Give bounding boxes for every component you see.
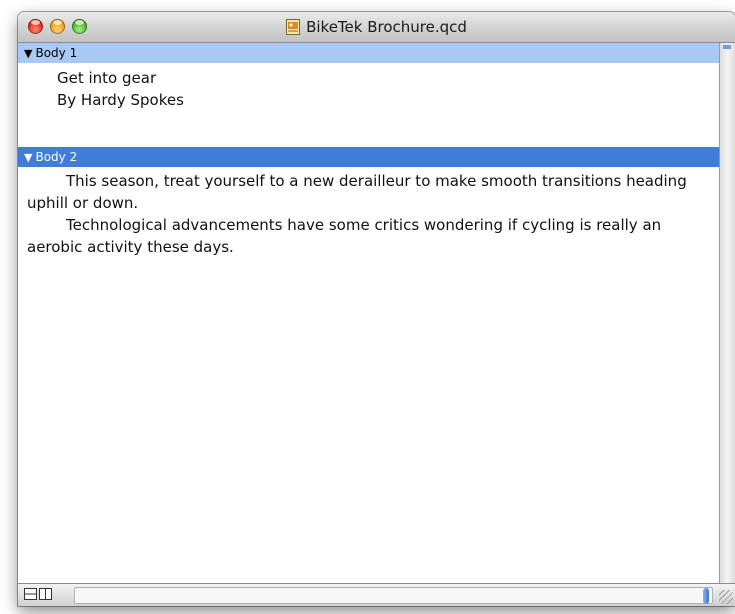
scrollbar-split-handle[interactable]	[723, 45, 731, 49]
vertical-scrollbar[interactable]	[719, 43, 735, 583]
disclosure-triangle-icon[interactable]: ▼	[24, 47, 32, 60]
text-line[interactable]: By Hardy Spokes	[18, 89, 720, 111]
section-header-label: Body 2	[35, 150, 78, 164]
window-title: BikeTek Brochure.qcd	[306, 18, 467, 36]
text-paragraph[interactable]: Technological advancements have some cri…	[18, 214, 720, 258]
section-header-label: Body 1	[35, 46, 78, 60]
document-icon	[286, 19, 301, 35]
resize-grip-icon[interactable]	[719, 590, 733, 604]
title-bar[interactable]: BikeTek Brochure.qcd	[18, 12, 735, 43]
view-toggle[interactable]	[24, 588, 52, 600]
horizontal-scrollbar[interactable]	[74, 587, 713, 604]
status-bar	[18, 583, 735, 606]
section-header-body-2[interactable]: ▼ Body 2	[18, 147, 720, 167]
text-line[interactable]: Get into gear	[18, 67, 720, 89]
section-body-1[interactable]: Get into gear By Hardy Spokes	[18, 63, 720, 147]
text-paragraph[interactable]: This season, treat yourself to a new der…	[18, 170, 720, 214]
disclosure-triangle-icon[interactable]: ▼	[24, 151, 32, 164]
section-header-body-1[interactable]: ▼ Body 1	[18, 43, 720, 63]
split-horizontal-icon[interactable]	[24, 588, 37, 600]
document-window: BikeTek Brochure.qcd ▼ Body 1 Get into g…	[18, 12, 735, 606]
split-vertical-icon[interactable]	[39, 588, 52, 600]
window-title-wrap: BikeTek Brochure.qcd	[18, 12, 735, 42]
scroll-thumb[interactable]	[703, 588, 709, 604]
section-body-2[interactable]: This season, treat yourself to a new der…	[18, 167, 720, 258]
document-content[interactable]: ▼ Body 1 Get into gear By Hardy Spokes ▼…	[18, 43, 720, 583]
